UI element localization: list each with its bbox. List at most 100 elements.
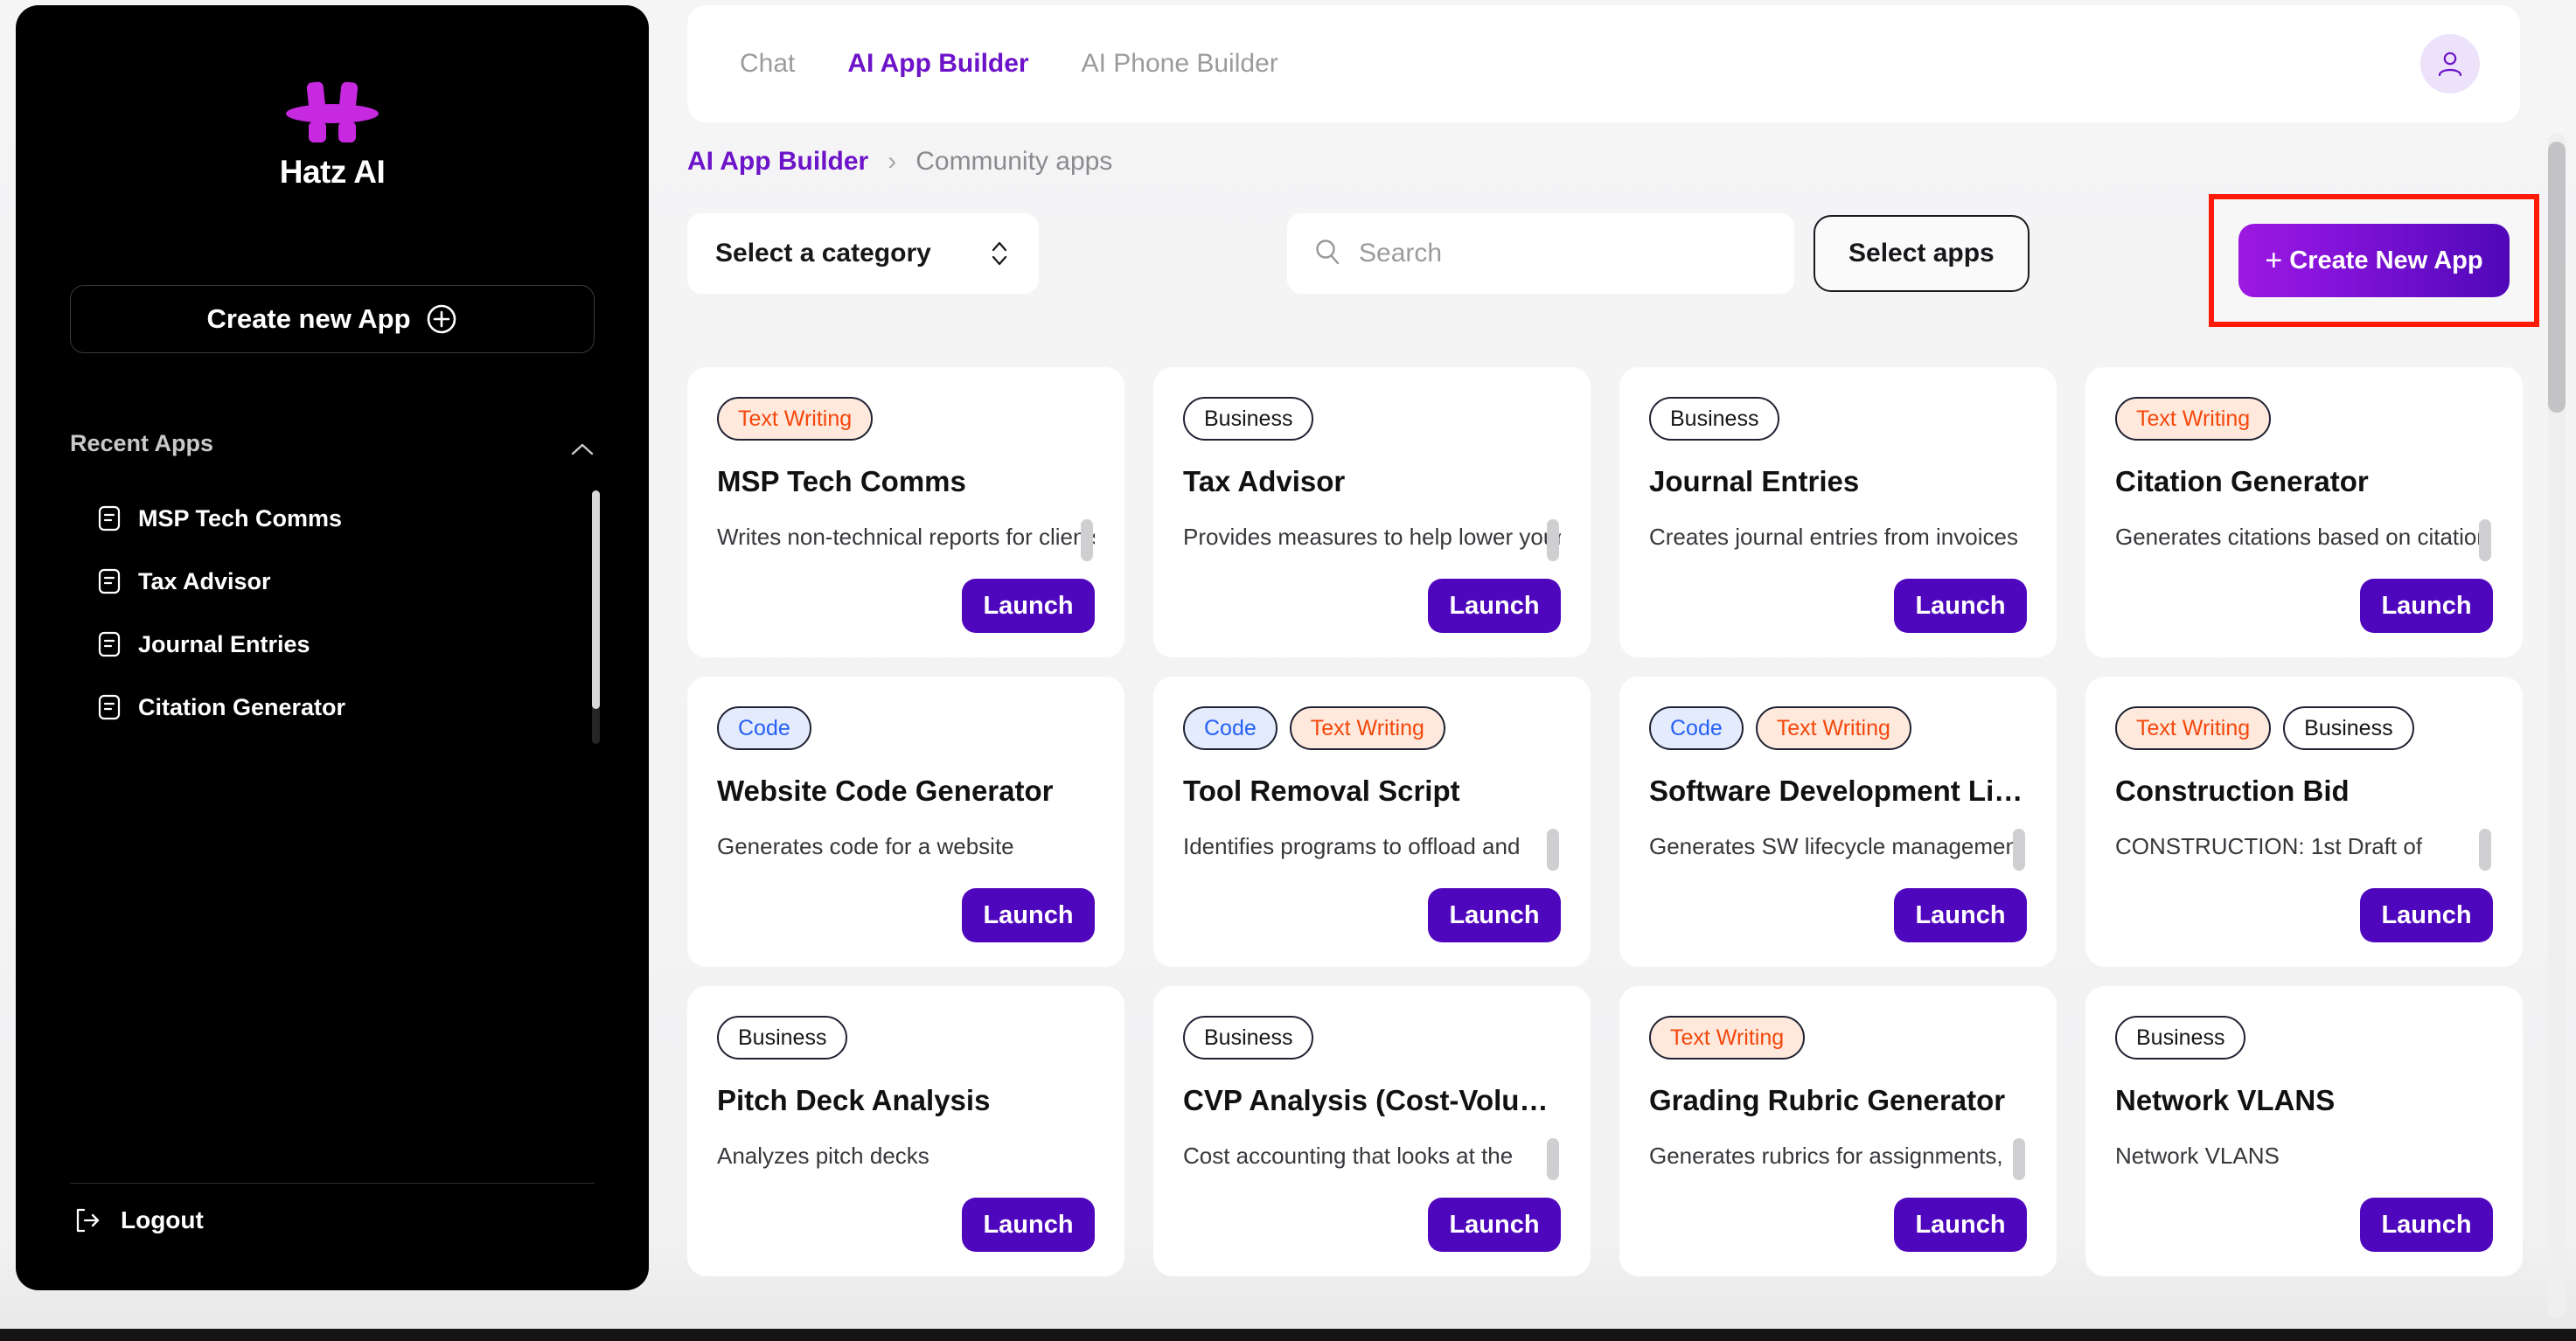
- launch-button[interactable]: Launch: [962, 579, 1095, 633]
- app-root: Hatz AI Create new App Recent Apps MSP T…: [0, 0, 2576, 1341]
- recent-apps-scrollbar-thumb[interactable]: [592, 490, 600, 709]
- app-card-description-area: Generates citations based on citation: [2115, 519, 2493, 570]
- description-scrollbar-thumb[interactable]: [2013, 1138, 2025, 1180]
- app-card-description: Generates rubrics for assignments,: [1649, 1143, 2003, 1169]
- launch-button[interactable]: Launch: [2360, 888, 2493, 942]
- main-content: Chat AI App Builder AI Phone Builder AI …: [682, 0, 2576, 1341]
- user-avatar[interactable]: [2420, 34, 2480, 94]
- chevron-updown-icon: [990, 239, 1009, 268]
- app-card-title: CVP Analysis (Cost-Volume-...: [1183, 1084, 1561, 1116]
- app-card[interactable]: Text Writing Grading Rubric Generator Ge…: [1619, 986, 2057, 1276]
- app-tag[interactable]: Text Writing: [2115, 397, 2272, 441]
- app-card-tags: Business: [1649, 397, 2027, 441]
- app-card[interactable]: Business Journal Entries Creates journal…: [1619, 367, 2057, 657]
- category-select-label: Select a category: [715, 239, 931, 268]
- app-tag[interactable]: Text Writing: [2115, 706, 2272, 750]
- app-tag[interactable]: Text Writing: [1649, 1016, 1806, 1060]
- breadcrumb-parent[interactable]: AI App Builder: [687, 147, 868, 177]
- launch-button[interactable]: Launch: [1428, 1198, 1561, 1252]
- app-card-description-area: CONSTRUCTION: 1st Draft of: [2115, 829, 2493, 879]
- app-card-description-area: Writes non-technical reports for clients: [717, 519, 1095, 570]
- create-new-app-highlight: + Create New App: [2209, 194, 2539, 327]
- app-tag[interactable]: Business: [717, 1016, 848, 1060]
- recent-apps-list: MSP Tech Comms Tax Advisor Journal Entri…: [70, 487, 600, 1183]
- launch-button[interactable]: Launch: [2360, 1198, 2493, 1252]
- app-card-tags: Business: [717, 1016, 1095, 1060]
- launch-button[interactable]: Launch: [2360, 579, 2493, 633]
- description-scrollbar-thumb[interactable]: [2479, 519, 2491, 561]
- app-tag[interactable]: Business: [2115, 1016, 2246, 1060]
- app-card-title: Journal Entries: [1649, 465, 1860, 497]
- description-scrollbar-thumb[interactable]: [2479, 829, 2491, 871]
- document-icon: [98, 631, 121, 657]
- app-card-title: Pitch Deck Analysis: [717, 1084, 991, 1116]
- app-card[interactable]: Code Text Writing Tool Removal Script Id…: [1153, 677, 1591, 967]
- app-card-description: Creates journal entries from invoices: [1649, 524, 2018, 550]
- app-tag[interactable]: Text Writing: [1289, 706, 1445, 750]
- recent-app-item[interactable]: Journal Entries: [70, 613, 595, 676]
- recent-apps-header[interactable]: Recent Apps: [70, 430, 595, 457]
- app-card[interactable]: Business Tax Advisor Provides measures t…: [1153, 367, 1591, 657]
- category-select[interactable]: Select a category: [687, 213, 1039, 294]
- logout-button[interactable]: Logout: [70, 1206, 595, 1234]
- app-card-title: Software Development Lifec...: [1649, 775, 2027, 807]
- app-tag[interactable]: Code: [1183, 706, 1278, 750]
- app-tag[interactable]: Code: [1649, 706, 1744, 750]
- launch-button[interactable]: Launch: [962, 888, 1095, 942]
- search-box[interactable]: [1287, 213, 1794, 294]
- app-card-description-area: Cost accounting that looks at the: [1183, 1138, 1561, 1189]
- breadcrumb: AI App Builder › Community apps: [687, 147, 1112, 177]
- launch-button[interactable]: Launch: [1428, 579, 1561, 633]
- recent-app-item[interactable]: Tax Advisor: [70, 550, 595, 613]
- description-scrollbar-thumb[interactable]: [1547, 829, 1559, 871]
- app-card[interactable]: Business Pitch Deck Analysis Analyzes pi…: [687, 986, 1124, 1276]
- description-scrollbar-thumb[interactable]: [1547, 1138, 1559, 1180]
- user-avatar-icon: [2438, 52, 2462, 77]
- app-card[interactable]: Code Website Code Generator Generates co…: [687, 677, 1124, 967]
- document-icon: [98, 505, 121, 532]
- app-card[interactable]: Text Writing MSP Tech Comms Writes non-t…: [687, 367, 1124, 657]
- app-card[interactable]: Text Writing Business Construction Bid C…: [2085, 677, 2523, 967]
- app-card[interactable]: Text Writing Citation Generator Generate…: [2085, 367, 2523, 657]
- select-apps-button[interactable]: Select apps: [1814, 215, 2029, 292]
- app-card-description: Writes non-technical reports for clients: [717, 524, 1095, 550]
- launch-button[interactable]: Launch: [1428, 888, 1561, 942]
- tab-chat[interactable]: Chat: [740, 49, 795, 79]
- app-card[interactable]: Business CVP Analysis (Cost-Volume-... C…: [1153, 986, 1591, 1276]
- launch-button[interactable]: Launch: [1894, 1198, 2027, 1252]
- create-new-app-button[interactable]: + Create New App: [2238, 224, 2510, 297]
- recent-app-item[interactable]: MSP Tech Comms: [70, 487, 595, 550]
- tab-ai-app-builder[interactable]: AI App Builder: [847, 49, 1028, 79]
- description-scrollbar-thumb[interactable]: [1547, 519, 1559, 561]
- app-tag[interactable]: Business: [2283, 706, 2414, 750]
- app-card-title: Network VLANS: [2115, 1084, 2336, 1116]
- chevron-up-icon[interactable]: [570, 436, 595, 455]
- launch-button[interactable]: Launch: [962, 1198, 1095, 1252]
- app-tag[interactable]: Business: [1183, 397, 1314, 441]
- app-tag[interactable]: Text Writing: [717, 397, 874, 441]
- app-tag[interactable]: Code: [717, 706, 811, 750]
- app-card[interactable]: Code Text Writing Software Development L…: [1619, 677, 2057, 967]
- app-card[interactable]: Business Network VLANS Network VLANS Lau…: [2085, 986, 2523, 1276]
- tab-ai-phone-builder[interactable]: AI Phone Builder: [1082, 49, 1278, 79]
- description-scrollbar-thumb[interactable]: [2013, 829, 2025, 871]
- launch-button[interactable]: Launch: [1894, 888, 2027, 942]
- app-tag[interactable]: Business: [1649, 397, 1780, 441]
- app-tag[interactable]: Business: [1183, 1016, 1314, 1060]
- description-scrollbar-thumb[interactable]: [1081, 519, 1093, 561]
- recent-app-label: Journal Entries: [138, 630, 310, 657]
- breadcrumb-current: Community apps: [916, 147, 1113, 176]
- app-tag[interactable]: Text Writing: [1755, 706, 1911, 750]
- app-card-title: Tax Advisor: [1183, 465, 1346, 497]
- create-new-app-label: Create New App: [2289, 246, 2483, 274]
- recent-app-label: Citation Generator: [138, 693, 346, 720]
- app-card-tags: Business: [1183, 397, 1561, 441]
- recent-app-item[interactable]: Citation Generator: [70, 676, 595, 739]
- launch-button[interactable]: Launch: [1894, 579, 2027, 633]
- page-scrollbar-thumb[interactable]: [2548, 142, 2566, 413]
- app-card-tags: Code Text Writing: [1649, 706, 2027, 750]
- search-input[interactable]: [1359, 239, 1768, 268]
- create-new-app-sidebar-button[interactable]: Create new App: [70, 285, 595, 353]
- app-card-title: Tool Removal Script: [1183, 775, 1460, 807]
- app-card-tags: Text Writing: [1649, 1016, 2027, 1060]
